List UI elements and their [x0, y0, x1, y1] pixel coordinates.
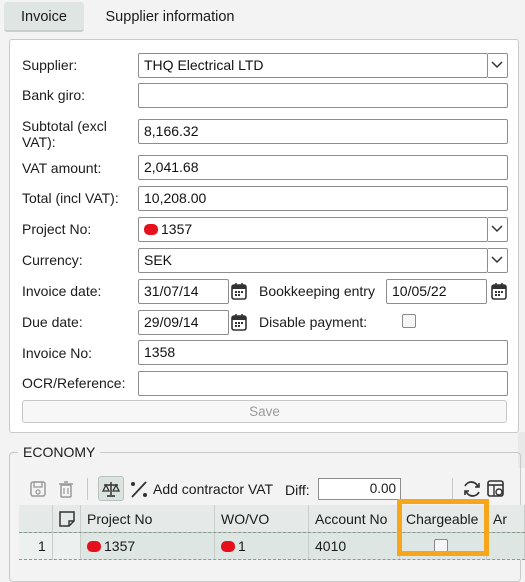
subtotal-label-line1: Subtotal (excl — [22, 118, 107, 134]
subtotal-field[interactable]: 8,166.32 — [138, 119, 508, 144]
project-no-dropdown-button[interactable] — [488, 217, 508, 242]
invoice-no-label: Invoice No: — [22, 345, 93, 361]
bank-giro-field[interactable] — [138, 83, 508, 108]
project-no-select[interactable]: 1357 — [138, 217, 488, 242]
disable-payment-label: Disable payment: — [259, 314, 368, 330]
supplier-dropdown-button[interactable] — [488, 53, 508, 78]
chevron-down-icon — [491, 225, 503, 233]
wo-vo-value: 1 — [238, 538, 246, 554]
save-button[interactable]: Save — [22, 400, 507, 423]
currency-label: Currency: — [22, 252, 83, 268]
currency-select[interactable]: SEK — [138, 248, 488, 273]
tab-bar: Invoice Supplier information — [0, 0, 525, 34]
total-label: Total (incl VAT): — [22, 190, 119, 206]
status-dot-icon — [221, 541, 235, 552]
diff-field[interactable]: 0.00 — [318, 478, 401, 500]
calendar-icon[interactable] — [490, 281, 508, 301]
project-no-value: 1357 — [104, 538, 136, 554]
invoice-date-field[interactable]: 31/07/14 — [138, 279, 229, 304]
subtotal-label-line2: VAT): — [22, 134, 56, 150]
bookkeeping-entry-label: Bookkeeping entry — [259, 283, 375, 299]
vat-amount-label: VAT amount: — [22, 160, 102, 176]
column-header-index — [19, 505, 53, 533]
table-cell-project-no[interactable]: 1357 — [81, 533, 215, 560]
supplier-select[interactable]: THQ Electrical LTD — [138, 53, 488, 78]
invoice-date-label: Invoice date: — [22, 283, 102, 299]
chargeable-highlight-box — [397, 499, 489, 556]
column-header-wo-vo[interactable]: WO/VO — [215, 505, 309, 533]
balance-scale-icon — [102, 482, 120, 497]
column-settings-icon[interactable] — [486, 479, 506, 499]
project-no-value: 1357 — [161, 221, 193, 237]
toolbar-divider — [452, 478, 453, 500]
note-icon — [59, 511, 75, 527]
total-field[interactable]: 10,208.00 — [138, 186, 508, 211]
chevron-down-icon — [491, 256, 503, 264]
save-icon[interactable] — [29, 480, 47, 498]
column-header-ar[interactable]: Ar — [487, 505, 525, 533]
percent-icon[interactable] — [129, 479, 149, 499]
calendar-icon[interactable] — [230, 281, 248, 301]
add-contractor-vat-button[interactable]: Add contractor VAT — [153, 481, 273, 497]
ocr-reference-label: OCR/Reference: — [22, 375, 126, 391]
table-cell-wo-vo[interactable]: 1 — [215, 533, 309, 560]
table-cell-account-no[interactable]: 4010 — [309, 533, 400, 560]
invoice-no-field[interactable]: 1358 — [138, 340, 508, 365]
column-header-notes[interactable] — [53, 505, 81, 533]
currency-dropdown-button[interactable] — [488, 248, 508, 273]
calendar-icon[interactable] — [230, 312, 248, 332]
invoice-panel: Supplier: THQ Electrical LTD Bank giro: … — [9, 39, 519, 433]
column-header-project-no[interactable]: Project No — [81, 505, 215, 533]
tab-invoice[interactable]: Invoice — [4, 2, 84, 32]
delete-icon[interactable] — [57, 480, 75, 498]
bookkeeping-entry-field[interactable]: 10/05/22 — [386, 279, 487, 304]
subtotal-label: Subtotal (excl VAT): — [22, 118, 107, 150]
project-no-label: Project No: — [22, 221, 92, 237]
chevron-down-icon — [491, 61, 503, 69]
tab-supplier-information[interactable]: Supplier information — [92, 2, 248, 32]
status-dot-icon — [87, 541, 101, 552]
ocr-reference-field[interactable] — [138, 371, 508, 396]
supplier-label: Supplier: — [22, 57, 78, 73]
vat-amount-field[interactable]: 2,041.68 — [138, 155, 508, 180]
refresh-icon[interactable] — [462, 479, 482, 499]
diff-label: Diff: — [285, 482, 310, 498]
balance-button[interactable] — [98, 476, 124, 501]
row-divider — [19, 559, 525, 560]
row-index: 1 — [19, 533, 53, 560]
table-cell-ar[interactable] — [487, 533, 525, 560]
toolbar-divider — [87, 478, 88, 500]
economy-title: ECONOMY — [18, 444, 101, 460]
row-note-cell[interactable] — [53, 533, 81, 560]
due-date-label: Due date: — [22, 314, 83, 330]
column-header-account-no[interactable]: Account No — [309, 505, 400, 533]
status-dot-icon — [144, 224, 158, 235]
due-date-field[interactable]: 29/09/14 — [138, 310, 229, 335]
disable-payment-checkbox[interactable] — [402, 314, 416, 328]
bank-giro-label: Bank giro: — [22, 87, 86, 103]
